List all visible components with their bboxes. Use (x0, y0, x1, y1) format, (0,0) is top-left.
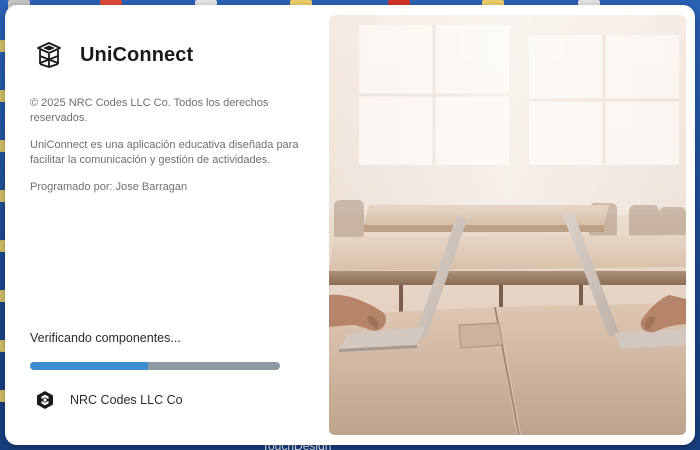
splash-window: UniConnect © 2025 NRC Codes LLC Co. Todo… (5, 5, 695, 445)
progress-bar (30, 362, 280, 370)
building-icon (37, 42, 61, 68)
company-name: NRC Codes LLC Co (70, 393, 183, 407)
app-brand: UniConnect (35, 41, 193, 69)
loading-status: Verificando componentes... (30, 331, 181, 345)
author-credit: Programado por: Jose Barragan (30, 181, 188, 193)
app-title: UniConnect (80, 43, 194, 66)
classroom-photo (329, 15, 686, 435)
nrc-logo-icon (37, 391, 53, 409)
info-panel: UniConnect © 2025 NRC Codes LLC Co. Todo… (5, 5, 329, 445)
progress-bar-fill (30, 362, 148, 370)
app-description: UniConnect es una aplicación educativa d… (30, 139, 299, 166)
company-footer: NRC Codes LLC Co (35, 390, 183, 410)
copyright-text: © 2025 NRC Codes LLC Co. Todos los derec… (30, 97, 269, 124)
